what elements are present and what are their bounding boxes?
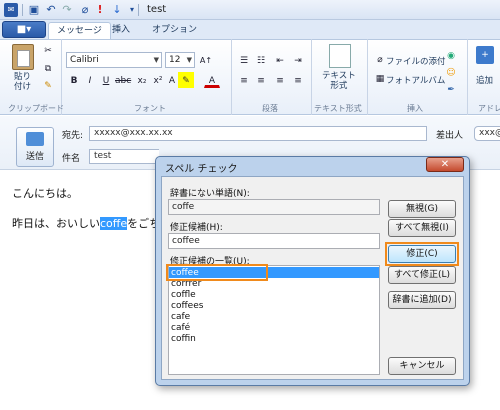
insert-group-label: 挿入	[407, 104, 423, 113]
copy-icon[interactable]: ⧉	[40, 60, 56, 76]
numbering-icon[interactable]: ☷	[253, 52, 269, 68]
font-color-icon[interactable]: A	[204, 72, 220, 88]
send-button[interactable]: 送信	[16, 127, 54, 167]
address-group-label: アドレ	[478, 104, 500, 113]
underline-button[interactable]: U	[98, 72, 114, 88]
ignore-button[interactable]: 無視(G)	[388, 200, 456, 218]
grow-font-icon[interactable]: A↑	[198, 52, 214, 68]
font-group-label: フォント	[134, 104, 166, 113]
paste-icon[interactable]	[12, 44, 34, 70]
send-label: 送信	[25, 152, 44, 162]
format-painter-icon[interactable]: ✎	[40, 77, 56, 93]
bullets-icon[interactable]: ☰	[236, 52, 252, 68]
add-contact-icon[interactable]: +	[476, 46, 494, 64]
text-format-label[interactable]: テキスト 形式	[322, 71, 356, 91]
to-field[interactable]: xxxxx@xxx.xx.xx	[89, 126, 427, 141]
list-item[interactable]: coffees	[171, 301, 203, 311]
emoticon-icon[interactable]: ☺	[443, 64, 459, 80]
from-label: 差出人	[436, 131, 464, 141]
misspelled-word[interactable]: coffe	[100, 217, 128, 230]
hyperlink-icon[interactable]: ◉	[443, 47, 459, 63]
tab-insert[interactable]: 挿入	[104, 22, 138, 40]
align-left-icon[interactable]: ≡	[236, 72, 252, 88]
body-line-1[interactable]: こんにちは。	[12, 185, 78, 201]
send-icon	[26, 132, 44, 146]
dialog-title: スペル チェック	[165, 164, 238, 175]
add-contact-label[interactable]: 追加	[476, 74, 493, 86]
high-importance-icon[interactable]: !	[93, 3, 107, 17]
photo-album-button[interactable]: フォトアルバム	[386, 74, 445, 86]
save-icon[interactable]: ▣	[27, 3, 41, 17]
align-center-icon[interactable]: ≡	[253, 72, 269, 88]
italic-button[interactable]: I	[82, 72, 98, 88]
body-text: 昨日は、おいしい	[12, 217, 100, 230]
font-name-value: Calibri	[70, 55, 99, 65]
text-format-group-label: テキスト形式	[314, 104, 362, 113]
app-icon: ✉	[4, 3, 18, 17]
signature-icon[interactable]: ✒	[443, 81, 459, 97]
add-to-dictionary-button[interactable]: 辞書に追加(D)	[388, 291, 456, 309]
attach-icon[interactable]: ⌀	[78, 3, 92, 17]
file-menu-button[interactable]: ■▾	[2, 21, 46, 38]
low-importance-icon[interactable]: ↓	[110, 3, 124, 17]
change-button-callout	[385, 242, 459, 266]
not-in-dictionary-label: 辞書にない単語(N):	[170, 189, 250, 199]
paste-label[interactable]: 貼り 付け	[14, 72, 31, 92]
subject-field[interactable]: test	[89, 149, 159, 164]
align-right-icon[interactable]: ≡	[272, 72, 288, 88]
title-bar	[0, 0, 500, 20]
justify-icon[interactable]: ≡	[290, 72, 306, 88]
font-name-combo[interactable]: Calibri ▼	[66, 52, 162, 68]
list-item[interactable]: coffle	[171, 290, 196, 300]
undo-icon[interactable]: ↶	[44, 3, 58, 17]
font-size-combo[interactable]: 12 ▼	[165, 52, 195, 68]
tab-options[interactable]: オプション	[144, 22, 205, 40]
body-line-2[interactable]: 昨日は、おいしいcoffeをごち	[12, 215, 160, 231]
list-item[interactable]: café	[171, 323, 190, 333]
highlight-icon[interactable]: ✎	[178, 72, 194, 88]
paragraph-group-label: 段落	[262, 104, 278, 113]
selected-suggestion-callout	[166, 264, 268, 281]
separator	[22, 4, 23, 16]
subject-label: 件名	[62, 154, 81, 164]
list-item[interactable]: cafe	[171, 312, 190, 322]
cancel-button[interactable]: キャンセル	[388, 357, 456, 375]
to-label: 宛先:	[62, 131, 84, 141]
change-all-button[interactable]: すべて修正(L)	[388, 266, 456, 284]
subscript-button[interactable]: x₂	[134, 72, 150, 88]
bold-button[interactable]: B	[66, 72, 82, 88]
close-button[interactable]: ✕	[426, 157, 464, 172]
chevron-down-icon[interactable]: ▼	[154, 53, 159, 67]
cut-icon[interactable]: ✂	[40, 42, 56, 58]
increase-indent-icon[interactable]: ⇥	[290, 52, 306, 68]
tab-message[interactable]: メッセージ	[48, 22, 111, 40]
attach-file-button[interactable]: ファイルの添付	[386, 55, 446, 67]
ignore-all-button[interactable]: すべて無視(I)	[388, 219, 456, 237]
change-to-field[interactable]: coffee	[168, 233, 380, 249]
customize-toolbar-icon[interactable]: ▾	[125, 3, 139, 17]
text-format-icon[interactable]	[329, 44, 351, 68]
font-size-value: 12	[169, 55, 181, 65]
window-title: test	[147, 4, 167, 15]
decrease-indent-icon[interactable]: ⇤	[272, 52, 288, 68]
redo-icon[interactable]: ↷	[60, 3, 74, 17]
separator	[138, 4, 139, 16]
change-to-label: 修正候補(H):	[170, 223, 223, 233]
not-in-dictionary-field: coffe	[168, 199, 380, 215]
clipboard-group-label: クリップボード	[8, 104, 64, 113]
from-field[interactable]: xxx@	[474, 126, 500, 141]
strikethrough-button[interactable]: abc	[114, 72, 131, 88]
list-item[interactable]: coffin	[171, 334, 196, 344]
chevron-down-icon[interactable]: ▼	[187, 53, 192, 67]
